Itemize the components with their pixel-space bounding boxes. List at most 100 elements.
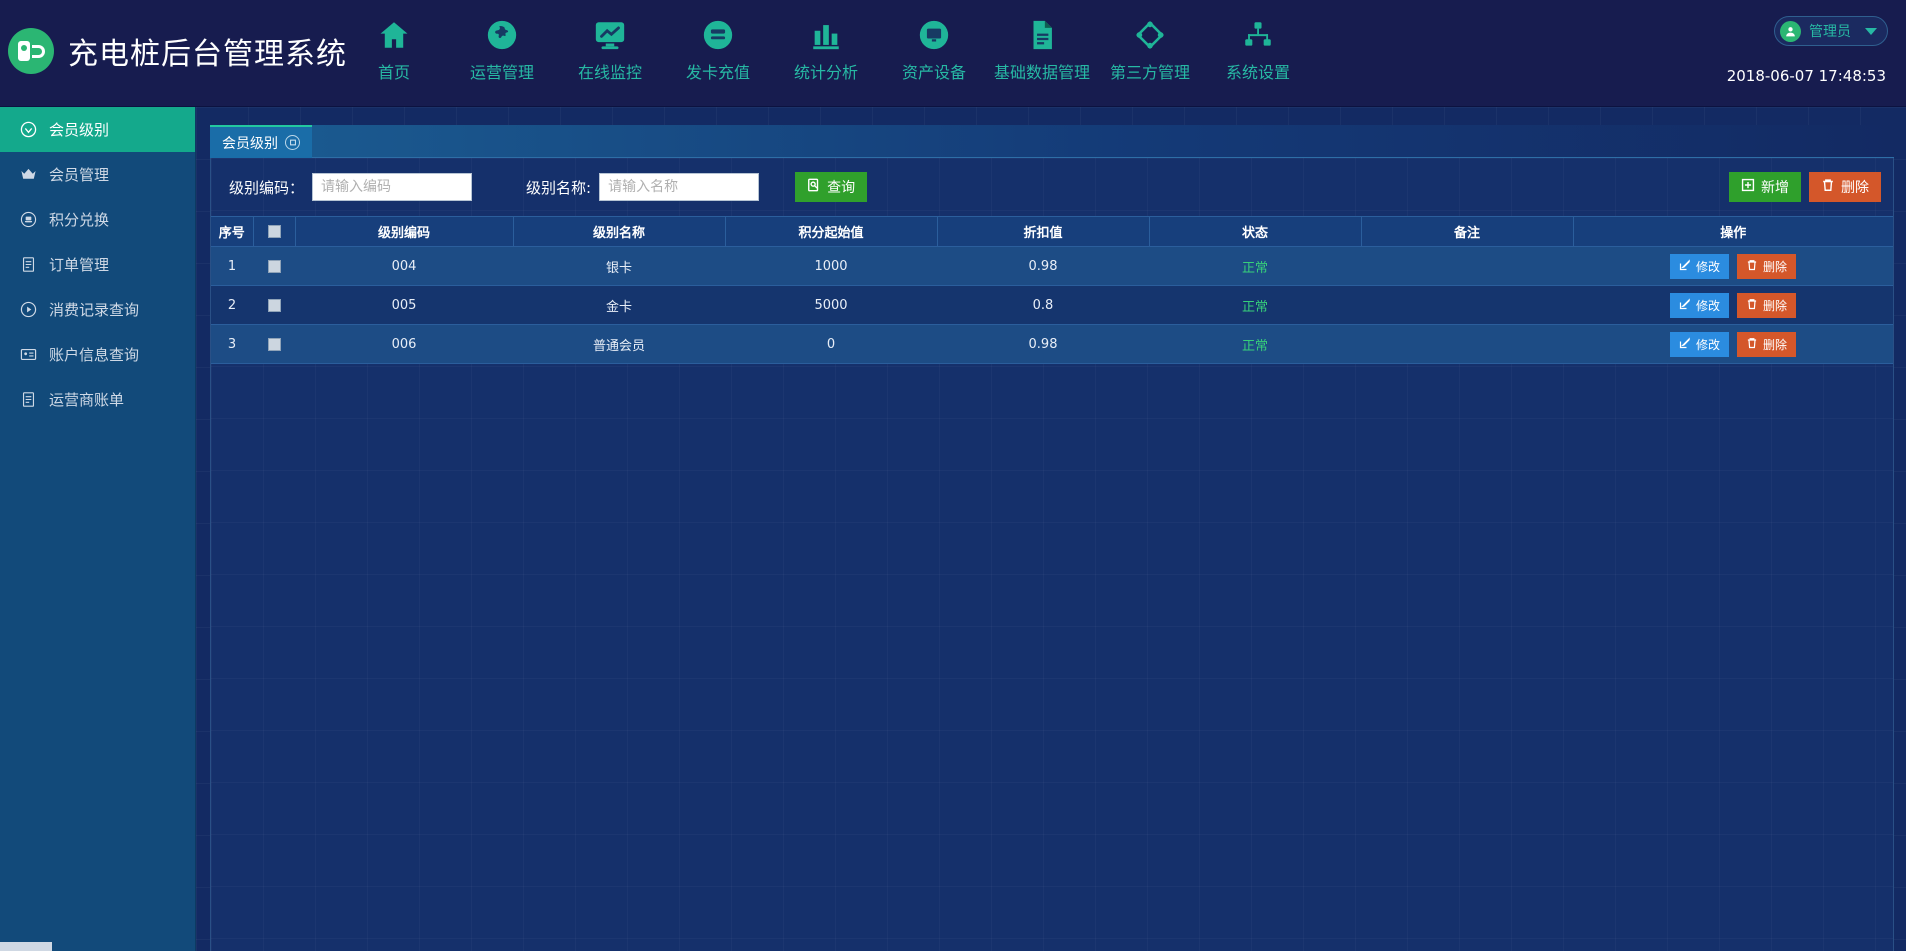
cell-select	[253, 247, 295, 286]
cell-remark	[1361, 247, 1573, 286]
top-bar: 充电桩后台管理系统 首页 运营管理	[0, 0, 1906, 107]
col-points-start: 积分起始值	[725, 217, 937, 247]
cell-operations: 修改 删除	[1573, 247, 1893, 286]
cell-level-code: 005	[295, 286, 513, 325]
user-name: 管理员	[1809, 21, 1851, 41]
sidebar-item-label: 会员管理	[49, 164, 109, 185]
sidebar-item-order-management[interactable]: 订单管理	[0, 242, 195, 287]
delete-button[interactable]: 删除	[1737, 254, 1796, 279]
cell-points-start: 5000	[725, 286, 937, 325]
horizontal-scrollbar[interactable]	[0, 942, 52, 951]
col-remark: 备注	[1361, 217, 1573, 247]
cell-level-name: 普通会员	[513, 325, 725, 364]
nav-label: 发卡充值	[686, 59, 750, 83]
nav-item-basic-data[interactable]: 基础数据管理	[988, 18, 1096, 83]
table-row[interactable]: 2 005 金卡 5000 0.8 正常	[211, 286, 1893, 325]
cell-index: 1	[211, 247, 253, 286]
app-title: 充电桩后台管理系统	[68, 29, 347, 73]
cell-level-name: 银卡	[513, 247, 725, 286]
query-button-label: 查询	[827, 177, 855, 197]
cell-index: 3	[211, 325, 253, 364]
edit-button-label: 修改	[1696, 336, 1720, 353]
network-diamond-icon	[1133, 18, 1167, 52]
delete-button-label: 删除	[1763, 258, 1787, 275]
nav-label: 运营管理	[470, 59, 534, 83]
cell-discount: 0.98	[937, 247, 1149, 286]
row-checkbox[interactable]	[268, 338, 281, 351]
row-checkbox[interactable]	[268, 299, 281, 312]
sidebar-item-label: 消费记录查询	[49, 299, 139, 320]
bill-icon	[20, 391, 37, 408]
delete-button-label: 删除	[1763, 336, 1787, 353]
tab-strip: 会员级别	[210, 125, 1894, 158]
user-icon	[1780, 21, 1801, 42]
level-name-input[interactable]	[599, 173, 759, 201]
col-level-name: 级别名称	[513, 217, 725, 247]
sidebar-item-label: 会员级别	[49, 119, 109, 140]
sidebar-item-label: 运营商账单	[49, 389, 124, 410]
sidebar-item-account-info[interactable]: 账户信息查询	[0, 332, 195, 377]
play-circle-icon	[20, 301, 37, 318]
level-code-label: 级别编码：	[229, 177, 304, 198]
document-icon	[1025, 18, 1059, 52]
nav-item-monitoring[interactable]: 在线监控	[556, 18, 664, 83]
delete-button[interactable]: 删除	[1737, 332, 1796, 357]
col-operations: 操作	[1573, 217, 1893, 247]
sidebar-item-points-exchange[interactable]: 积分兑换	[0, 197, 195, 242]
cell-status: 正常	[1149, 286, 1361, 325]
card-circle-icon	[701, 18, 735, 52]
batch-delete-button[interactable]: 删除	[1809, 172, 1881, 202]
level-code-input[interactable]	[312, 173, 472, 201]
sidebar-item-member-management[interactable]: 会员管理	[0, 152, 195, 197]
sidebar-item-consumption-records[interactable]: 消费记录查询	[0, 287, 195, 332]
cell-points-start: 1000	[725, 247, 937, 286]
table-header-row: 序号 级别编码 级别名称 积分起始值 折扣值 状态 备注 操作	[211, 217, 1893, 247]
nav-item-card-recharge[interactable]: 发卡充值	[664, 18, 772, 83]
user-menu[interactable]: 管理员	[1774, 16, 1888, 46]
brand: 充电桩后台管理系统	[8, 28, 347, 74]
add-button-label: 新增	[1761, 177, 1789, 197]
edit-button[interactable]: 修改	[1670, 254, 1729, 279]
col-status: 状态	[1149, 217, 1361, 247]
nav-item-operations[interactable]: 运营管理	[448, 18, 556, 83]
cell-level-name: 金卡	[513, 286, 725, 325]
tab-member-level[interactable]: 会员级别	[210, 125, 312, 158]
select-all-checkbox[interactable]	[268, 225, 281, 238]
nav-item-system-settings[interactable]: 系统设置	[1204, 18, 1312, 83]
level-name-label: 级别名称:	[526, 177, 591, 198]
pencil-square-icon	[1679, 298, 1691, 313]
delete-button[interactable]: 删除	[1737, 293, 1796, 318]
trash-icon	[1746, 337, 1758, 352]
edit-button[interactable]: 修改	[1670, 293, 1729, 318]
sidebar-item-label: 积分兑换	[49, 209, 109, 230]
sidebar-item-member-level[interactable]: 会员级别	[0, 107, 195, 152]
main-nav: 首页 运营管理 在线监控	[340, 18, 1312, 83]
trash-icon	[1746, 259, 1758, 274]
nav-item-third-party[interactable]: 第三方管理	[1096, 18, 1204, 83]
cell-level-code: 004	[295, 247, 513, 286]
cell-select	[253, 286, 295, 325]
cell-discount: 0.98	[937, 325, 1149, 364]
nav-item-statistics[interactable]: 统计分析	[772, 18, 880, 83]
edit-button[interactable]: 修改	[1670, 332, 1729, 357]
nav-item-assets[interactable]: 资产设备	[880, 18, 988, 83]
chevron-down-icon[interactable]	[1865, 28, 1877, 35]
row-checkbox[interactable]	[268, 260, 281, 273]
table-row[interactable]: 1 004 银卡 1000 0.98 正常	[211, 247, 1893, 286]
nav-label: 系统设置	[1226, 59, 1290, 83]
sitemap-icon	[1241, 18, 1275, 52]
query-button[interactable]: 查询	[795, 172, 867, 202]
close-icon[interactable]	[285, 135, 300, 150]
sidebar-item-operator-bill[interactable]: 运营商账单	[0, 377, 195, 422]
nav-item-home[interactable]: 首页	[340, 18, 448, 83]
sidebar: 会员级别 会员管理 积分兑换 订单管理 消费记录查询	[0, 107, 196, 951]
plus-square-icon	[1741, 178, 1755, 196]
member-level-panel: 级别编码： 级别名称: 查询 新增	[210, 158, 1894, 951]
content-area: 会员级别 级别编码： 级别名称: 查询	[196, 107, 1906, 951]
cell-points-start: 0	[725, 325, 937, 364]
tab-label: 会员级别	[222, 133, 278, 153]
nav-label: 基础数据管理	[994, 59, 1090, 83]
table-row[interactable]: 3 006 普通会员 0 0.98 正常	[211, 325, 1893, 364]
add-button[interactable]: 新增	[1729, 172, 1801, 202]
toolbar-actions: 新增 删除	[1729, 172, 1881, 202]
